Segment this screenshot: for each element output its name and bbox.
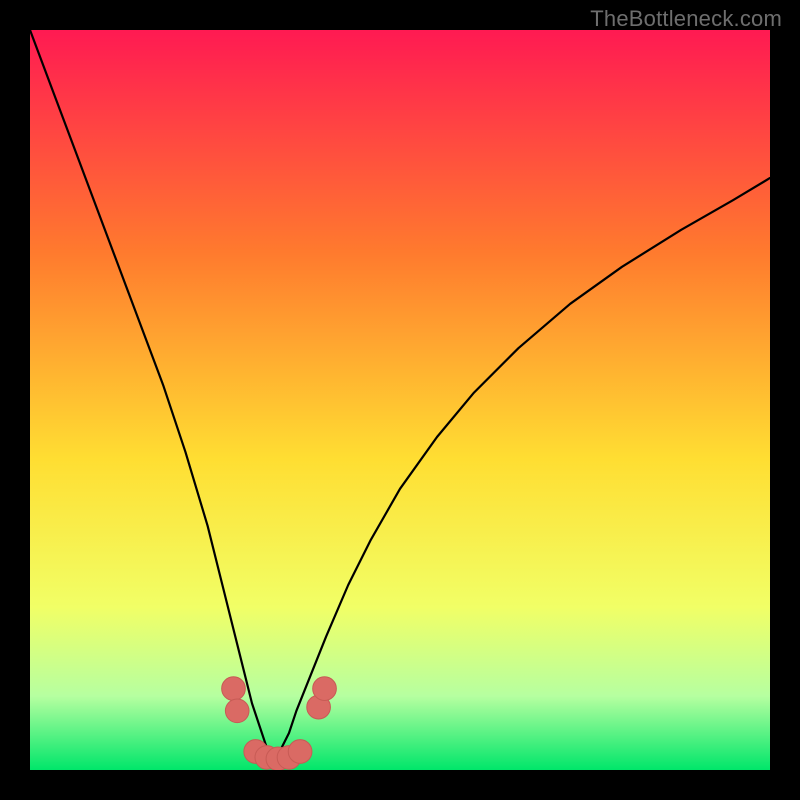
chart-frame: TheBottleneck.com (0, 0, 800, 800)
highlight-marker (288, 740, 312, 764)
highlight-marker (222, 677, 246, 701)
chart-svg (30, 30, 770, 770)
highlight-marker (225, 699, 249, 723)
chart-plot-area (30, 30, 770, 770)
highlight-marker (313, 677, 337, 701)
watermark-text: TheBottleneck.com (590, 6, 782, 32)
